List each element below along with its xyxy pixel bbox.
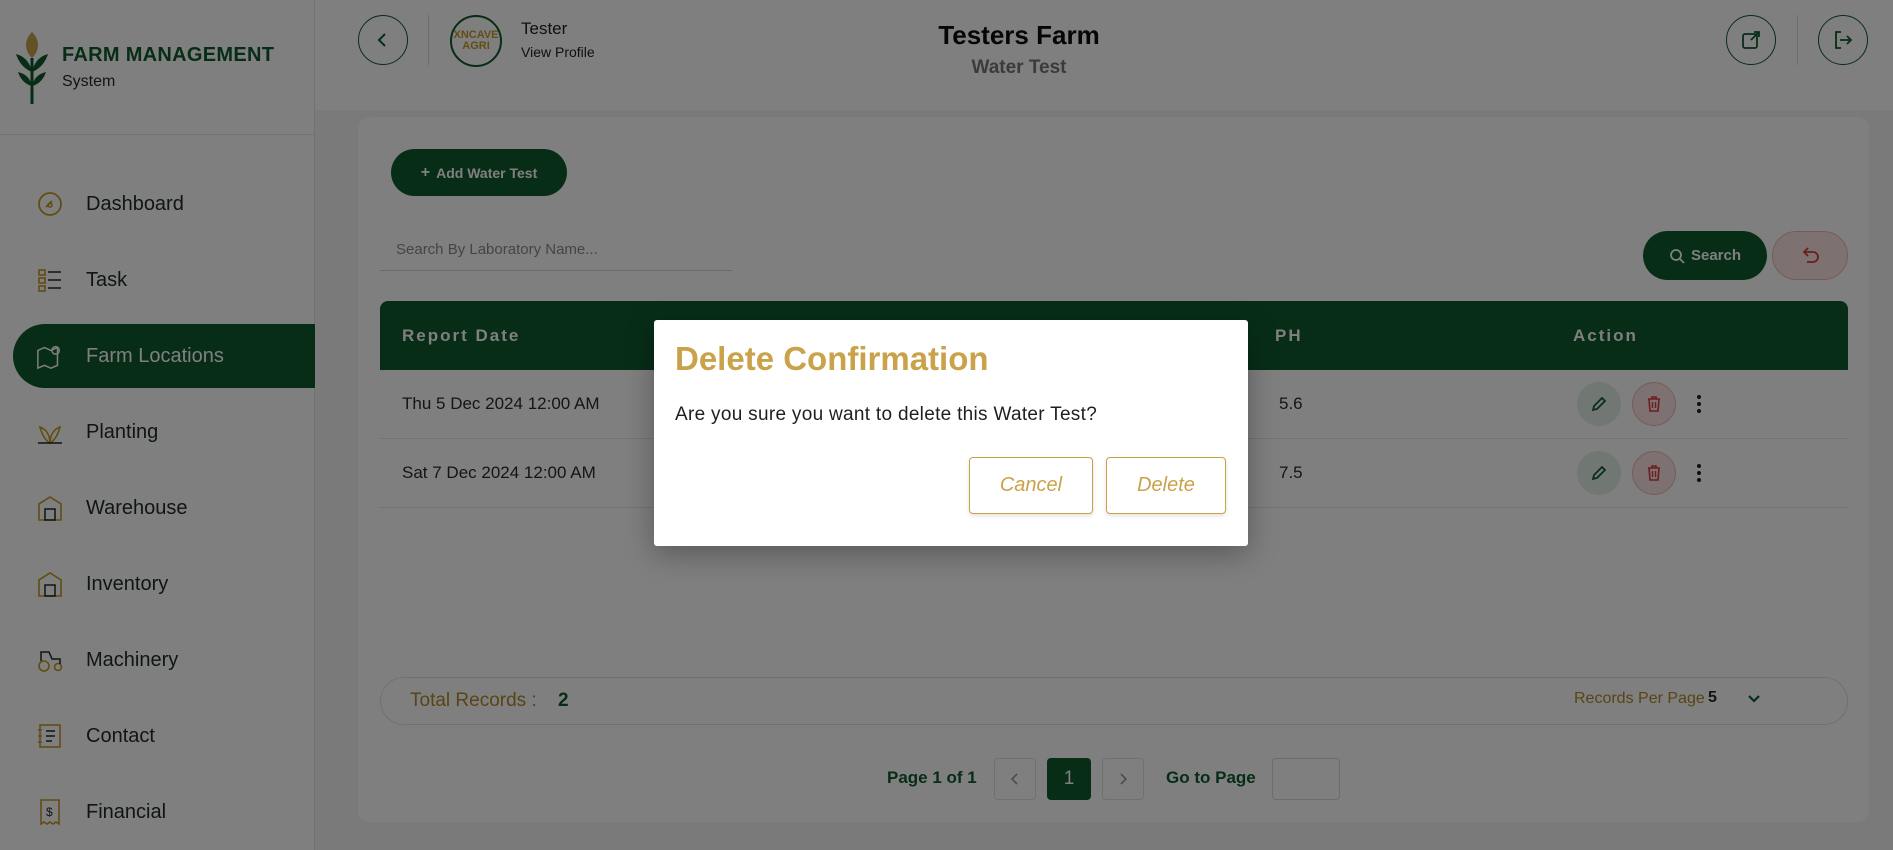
cancel-button[interactable]: Cancel	[969, 457, 1093, 514]
dialog-title: Delete Confirmation	[675, 340, 989, 377]
delete-confirmation-dialog: Delete Confirmation Are you sure you wan…	[654, 320, 1248, 546]
dialog-message: Are you sure you want to delete this Wat…	[675, 404, 1098, 425]
confirm-delete-button[interactable]: Delete	[1106, 457, 1226, 514]
